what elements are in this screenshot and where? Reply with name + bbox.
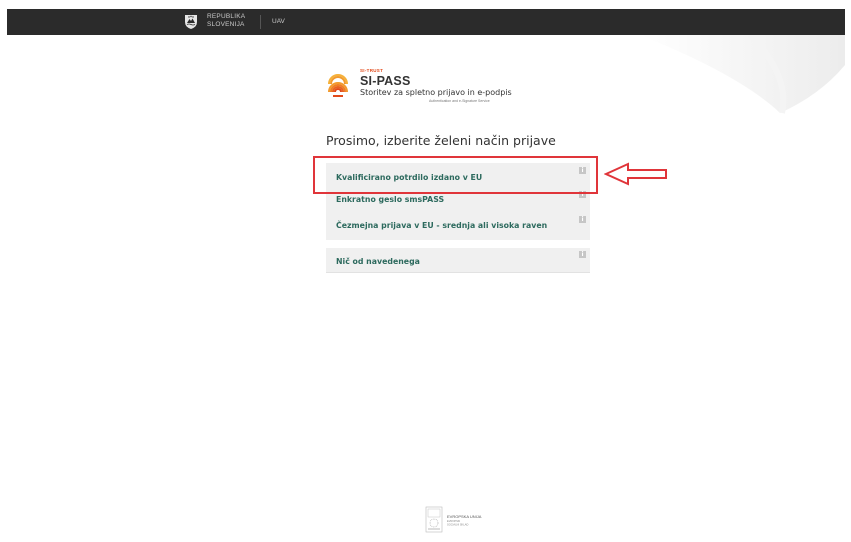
gov-line-2: SLOVENIJA	[207, 20, 245, 28]
top-bar: REPUBLIKA SLOVENIJA UAV	[7, 9, 845, 35]
arrow-left-icon	[604, 162, 667, 186]
government-name[interactable]: REPUBLIKA SLOVENIJA	[207, 13, 245, 28]
background-swoosh	[640, 35, 845, 114]
info-icon[interactable]: i	[579, 251, 586, 258]
unit-link[interactable]: UAV	[272, 18, 285, 25]
option-cross-border-eu[interactable]: Čezmejna prijava v EU - srednja ali viso…	[326, 210, 590, 240]
topbar-divider	[260, 15, 261, 29]
eu-line-3: SOCIALNI SKLAD	[447, 523, 468, 527]
eu-line-2: EVROPSKI	[447, 519, 461, 523]
service-subtagline: Authentication and e-Signature Service	[429, 99, 490, 103]
highlight-box	[313, 156, 598, 194]
eu-flag-icon: EVROPSKA UNIJA EVROPSKI SOCIALNI SKLAD	[425, 506, 482, 533]
brand-small-label: SI-TRUST	[360, 68, 384, 73]
gov-line-1: REPUBLIKA	[207, 13, 246, 20]
page-heading: Prosimo, izberite želeni način prijave	[326, 133, 556, 148]
slovenia-crest-icon	[185, 15, 197, 29]
option-label: Enkratno geslo smsPASS	[336, 195, 445, 204]
service-tagline: Storitev za spletno prijavo in e-podpis	[360, 88, 512, 97]
si-pass-logo-icon	[328, 74, 348, 97]
option-label: Nič od navedenega	[336, 257, 420, 266]
eu-line-1: EVROPSKA UNIJA	[447, 514, 482, 519]
option-label: Čezmejna prijava v EU - srednja ali viso…	[336, 221, 548, 230]
info-icon[interactable]: i	[579, 216, 586, 223]
service-name: SI-PASS	[360, 74, 411, 88]
option-none[interactable]: Nič od navedenega i	[326, 248, 590, 272]
option-divider	[326, 272, 590, 273]
